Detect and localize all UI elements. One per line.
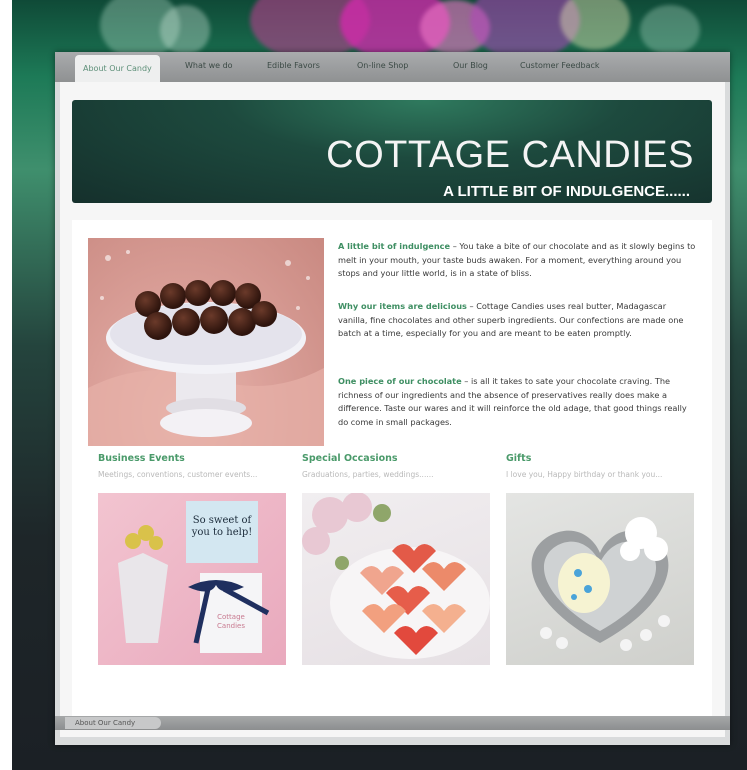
intro-paragraph-1: A little bit of indulgence – You take a … <box>338 240 698 281</box>
gifts-photo[interactable] <box>506 493 694 665</box>
nav-edible-favors[interactable]: Edible Favors <box>267 61 320 77</box>
nav-customer-feedback[interactable]: Customer Feedback <box>520 61 600 77</box>
special-occasions-title[interactable]: Special Occasions <box>302 453 398 464</box>
business-events-photo[interactable]: So sweet of you to help! Cottage Candies <box>98 493 286 665</box>
page-inner: COTTAGE CANDIES A LITTLE BIT OF INDULGEN… <box>60 82 725 737</box>
intro-paragraph-3: One piece of our chocolate – is all it t… <box>338 375 698 429</box>
intro-heading: One piece of our chocolate <box>338 376 462 386</box>
site-tagline: A LITTLE BIT OF INDULGENCE...... <box>443 183 690 200</box>
top-nav: About Our Candy What we do Edible Favors… <box>55 52 730 82</box>
nav-online-shop[interactable]: On-line Shop <box>357 61 408 77</box>
footer-bar: About Our Candy <box>55 716 730 730</box>
main-content: A little bit of indulgence – You take a … <box>72 220 712 725</box>
gifts-title[interactable]: Gifts <box>506 453 531 464</box>
special-occasions-subtitle: Graduations, parties, weddings...... <box>302 470 434 479</box>
intro-heading: Why our items are delicious <box>338 301 467 311</box>
nav-about-our-candy[interactable]: About Our Candy <box>75 55 160 82</box>
site-header: COTTAGE CANDIES A LITTLE BIT OF INDULGEN… <box>72 100 712 203</box>
special-occasions-photo[interactable] <box>302 493 490 665</box>
intro-paragraph-2: Why our items are delicious – Cottage Ca… <box>338 300 698 341</box>
page-container: About Our Candy What we do Edible Favors… <box>55 52 730 745</box>
gift-card-text: So sweet of you to help! <box>191 515 253 538</box>
box-label-text: Cottage Candies <box>217 613 245 630</box>
nav-what-we-do[interactable]: What we do <box>185 61 233 77</box>
intro-heading: A little bit of indulgence <box>338 241 451 251</box>
chocolate-stand-photo <box>88 238 324 446</box>
business-events-subtitle: Meetings, conventions, customer events..… <box>98 470 258 479</box>
footer-about-link[interactable]: About Our Candy <box>65 717 161 729</box>
site-title: COTTAGE CANDIES <box>326 134 694 176</box>
business-events-title[interactable]: Business Events <box>98 453 185 464</box>
nav-our-blog[interactable]: Our Blog <box>453 61 488 77</box>
gifts-subtitle: I love you, Happy birthday or thank you.… <box>506 470 663 479</box>
page-edge <box>0 0 12 770</box>
